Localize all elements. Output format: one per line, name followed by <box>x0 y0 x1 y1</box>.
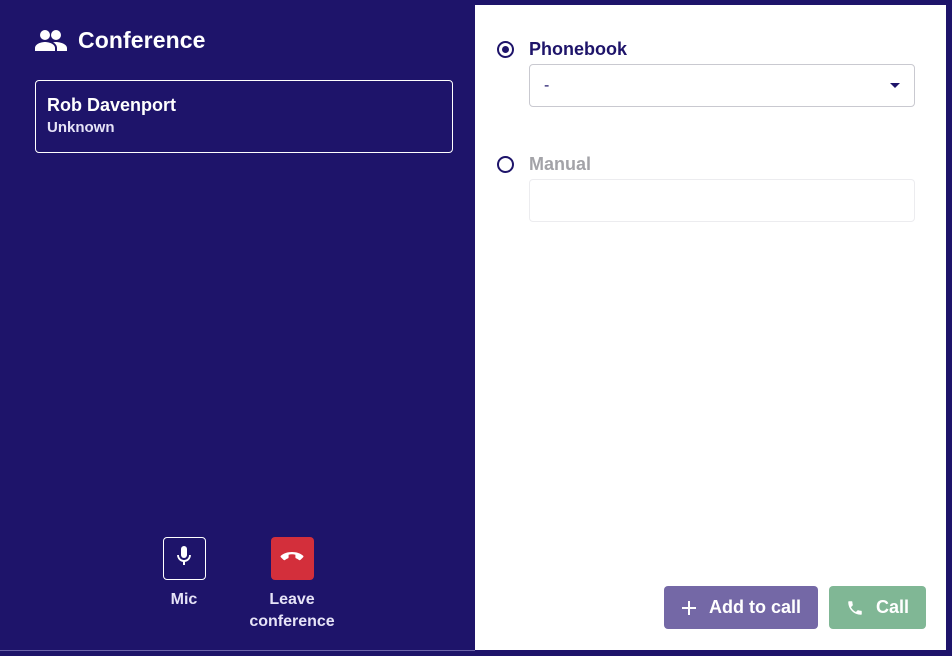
call-button[interactable]: Call <box>829 586 926 629</box>
leave-control: Leave conference <box>237 537 347 633</box>
mic-control: Mic <box>129 537 239 611</box>
phone-icon <box>846 599 864 617</box>
leave-conference-button[interactable] <box>270 537 314 580</box>
phonebook-select-value: - <box>544 76 550 94</box>
add-to-call-button[interactable]: Add to call <box>664 586 818 629</box>
dropdown-caret-icon <box>890 83 900 88</box>
participant-card[interactable]: Rob Davenport Unknown <box>35 80 453 153</box>
phonebook-label: Phonebook <box>529 39 627 59</box>
participant-status: Unknown <box>47 119 115 136</box>
phonebook-option[interactable]: Phonebook <box>497 38 627 60</box>
participant-name: Rob Davenport <box>47 95 177 115</box>
call-label: Call <box>875 597 909 617</box>
dial-panel: Phonebook - Manual Add to call Call <box>475 5 946 650</box>
mic-button[interactable] <box>162 537 206 580</box>
plus-icon <box>681 600 697 616</box>
phonebook-select[interactable]: - <box>529 64 915 107</box>
hang-up-icon <box>280 550 304 568</box>
radio-selected-dot <box>502 45 509 53</box>
phonebook-radio[interactable] <box>497 40 514 58</box>
app-root: Conference Rob Davenport Unknown Mic Lea… <box>0 0 952 656</box>
manual-number-input[interactable] <box>529 179 915 222</box>
add-to-call-label: Add to call <box>708 597 801 617</box>
manual-radio[interactable] <box>497 155 514 173</box>
conference-header: Conference <box>35 26 206 54</box>
manual-label: Manual <box>529 154 592 174</box>
mic-label: Mic <box>170 591 198 608</box>
manual-option[interactable]: Manual <box>497 153 591 175</box>
conference-title: Conference <box>78 26 206 53</box>
microphone-icon <box>177 546 191 571</box>
conference-panel: Conference Rob Davenport Unknown Mic Lea… <box>0 0 475 656</box>
group-icon <box>35 26 67 54</box>
divider <box>0 650 475 651</box>
leave-conference-label: Leave conference <box>249 591 335 630</box>
